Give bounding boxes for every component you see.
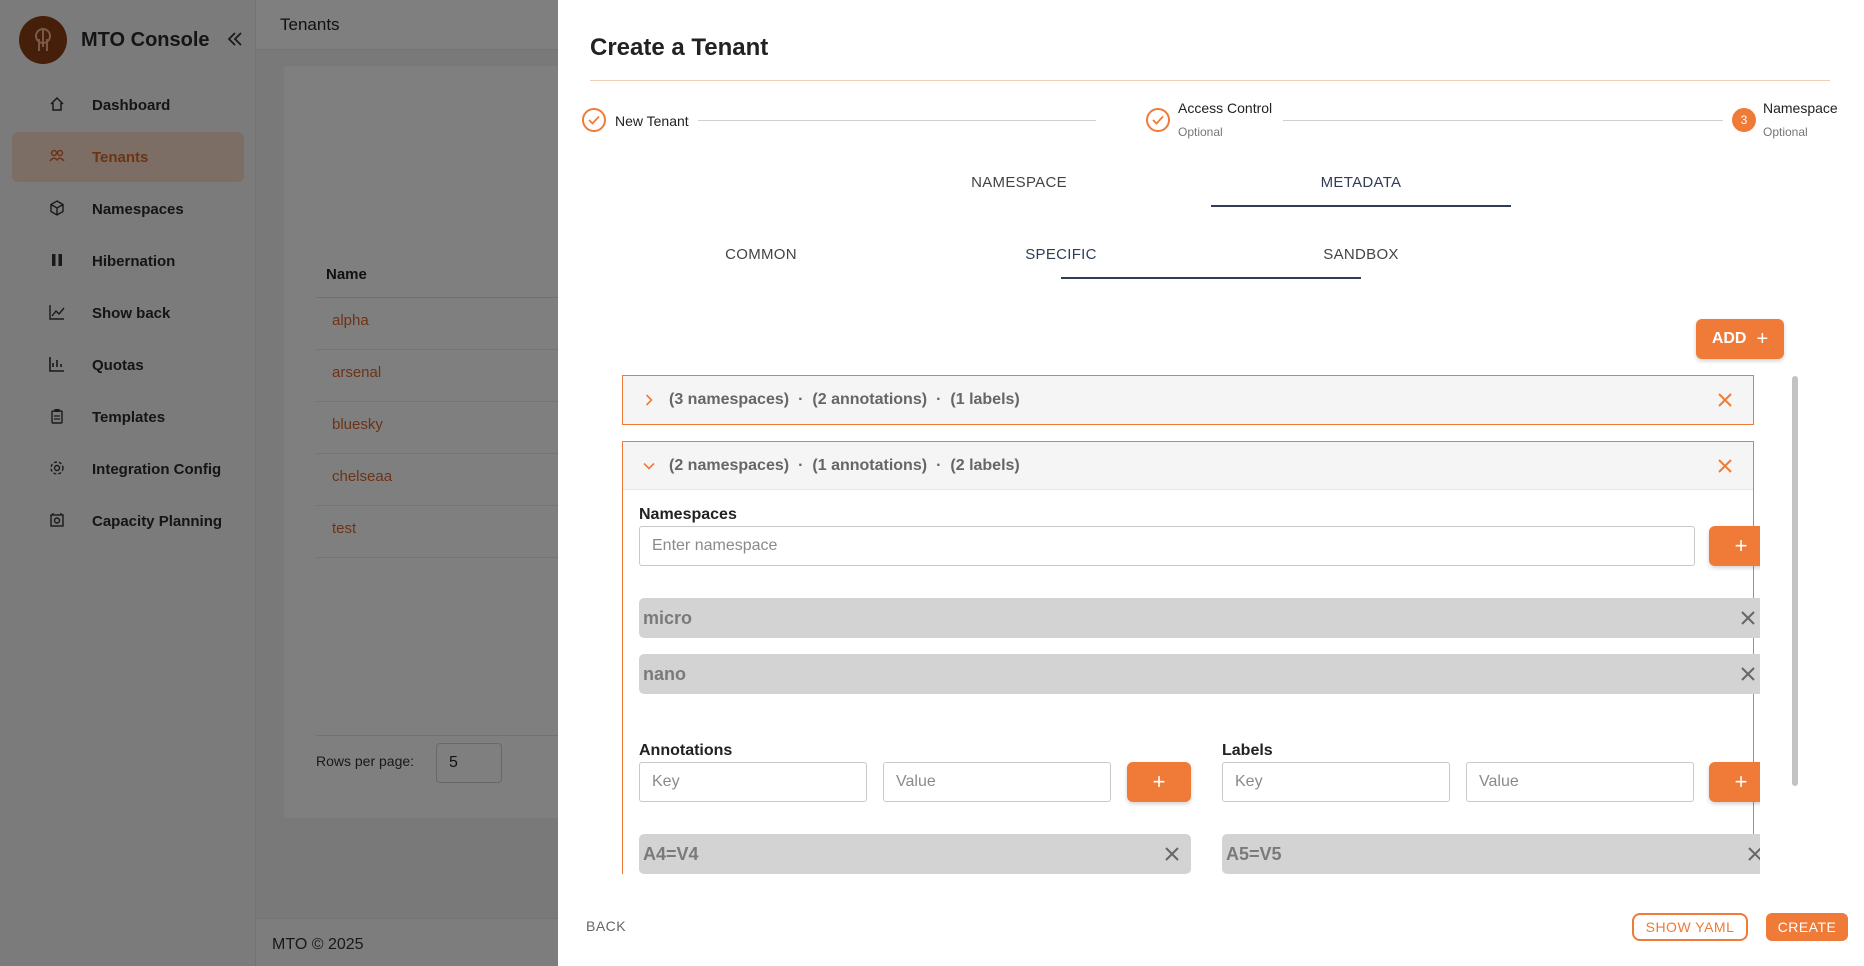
close-icon[interactable] <box>1746 845 1760 863</box>
add-group-button[interactable]: ADD + <box>1696 319 1784 359</box>
close-icon[interactable] <box>1163 845 1181 863</box>
step-2-optional: Optional <box>1178 125 1223 139</box>
group-annotations-count: (1 annotations) <box>812 456 928 474</box>
group-labels-count: (1 labels) <box>950 391 1020 408</box>
namespace-chip-label: nano <box>643 663 686 684</box>
label-chip-label: A5=V5 <box>1226 843 1282 864</box>
create-tenant-drawer: Create a Tenant New Tenant Access Contro… <box>558 0 1864 966</box>
group-accordion-header[interactable]: (3 namespaces) · (2 annotations) · (1 la… <box>623 376 1753 424</box>
label-chip: A5=V5 <box>1222 834 1760 874</box>
group-namespaces-count: (3 namespaces) <box>669 391 790 408</box>
plus-icon: + <box>1734 769 1748 794</box>
separator-dot: · <box>936 456 942 474</box>
tab-namespace[interactable]: NAMESPACE <box>869 174 1169 191</box>
annotation-value-input[interactable] <box>883 762 1111 802</box>
tab-metadata[interactable]: METADATA <box>1211 174 1511 191</box>
close-icon[interactable] <box>1715 456 1735 476</box>
tab-specific[interactable]: SPECIFIC <box>911 246 1211 263</box>
annotations-label: Annotations <box>639 742 733 759</box>
chevron-right-icon <box>641 392 657 408</box>
step-3-label: Namespace <box>1763 100 1838 116</box>
tab-metadata-indicator <box>1211 205 1511 207</box>
show-yaml-button[interactable]: SHOW YAML <box>1632 913 1748 941</box>
separator-dot: · <box>798 456 804 474</box>
step-2-label: Access Control <box>1178 100 1273 116</box>
close-icon[interactable] <box>1715 390 1735 410</box>
step-1-check-icon <box>582 108 606 132</box>
scrollbar[interactable] <box>1792 376 1798 786</box>
add-annotation-button[interactable]: + <box>1127 762 1191 802</box>
step-1-label: New Tenant <box>615 113 689 129</box>
group-namespaces-count: (2 namespaces) <box>669 456 790 474</box>
separator-dot: · <box>798 391 804 408</box>
drawer-title: Create a Tenant <box>590 34 769 61</box>
label-key-input[interactable] <box>1222 762 1450 802</box>
add-namespace-button[interactable]: + <box>1709 526 1760 566</box>
tab-common[interactable]: COMMON <box>611 246 911 263</box>
separator-dot: · <box>936 391 942 408</box>
step-3-optional: Optional <box>1763 125 1808 139</box>
close-icon[interactable] <box>1739 609 1757 627</box>
namespace-chip: micro <box>639 598 1760 638</box>
group-annotations-count: (2 annotations) <box>812 391 928 408</box>
stepper-connector <box>1283 120 1723 121</box>
group-accordion-body: Namespaces + micro nano Annotations + <box>623 490 1760 874</box>
step-3-number: 3 <box>1732 108 1756 132</box>
group-accordion-collapsed: (3 namespaces) · (2 annotations) · (1 la… <box>622 375 1754 425</box>
annotation-key-input[interactable] <box>639 762 867 802</box>
plus-icon: + <box>1152 769 1166 794</box>
title-divider <box>590 80 1830 81</box>
back-button[interactable]: BACK <box>586 918 626 934</box>
namespace-input[interactable] <box>639 526 1695 566</box>
namespace-chip-label: micro <box>643 607 693 628</box>
plus-icon: + <box>1756 327 1769 350</box>
tab-specific-indicator <box>1061 277 1361 279</box>
stepper-connector <box>698 120 1096 121</box>
chevron-down-icon <box>641 458 657 474</box>
label-value-input[interactable] <box>1466 762 1694 802</box>
namespaces-label: Namespaces <box>639 506 737 523</box>
group-accordion-expanded: (2 namespaces) · (1 annotations) · (2 la… <box>622 441 1760 874</box>
annotation-chip: A4=V4 <box>639 834 1191 874</box>
step-2-check-icon <box>1146 108 1170 132</box>
groups-scroll-area[interactable]: (3 namespaces) · (2 annotations) · (1 la… <box>622 372 1760 874</box>
namespace-chip: nano <box>639 654 1760 694</box>
labels-label: Labels <box>1222 742 1273 759</box>
group-accordion-header[interactable]: (2 namespaces) · (1 annotations) · (2 la… <box>623 442 1753 490</box>
annotation-chip-label: A4=V4 <box>643 843 699 864</box>
add-button-label: ADD <box>1711 330 1747 347</box>
create-button[interactable]: CREATE <box>1766 913 1848 941</box>
group-labels-count: (2 labels) <box>950 456 1020 474</box>
tab-sandbox[interactable]: SANDBOX <box>1211 246 1511 263</box>
close-icon[interactable] <box>1739 665 1757 683</box>
plus-icon: + <box>1734 533 1748 558</box>
add-label-button[interactable]: + <box>1709 762 1760 802</box>
